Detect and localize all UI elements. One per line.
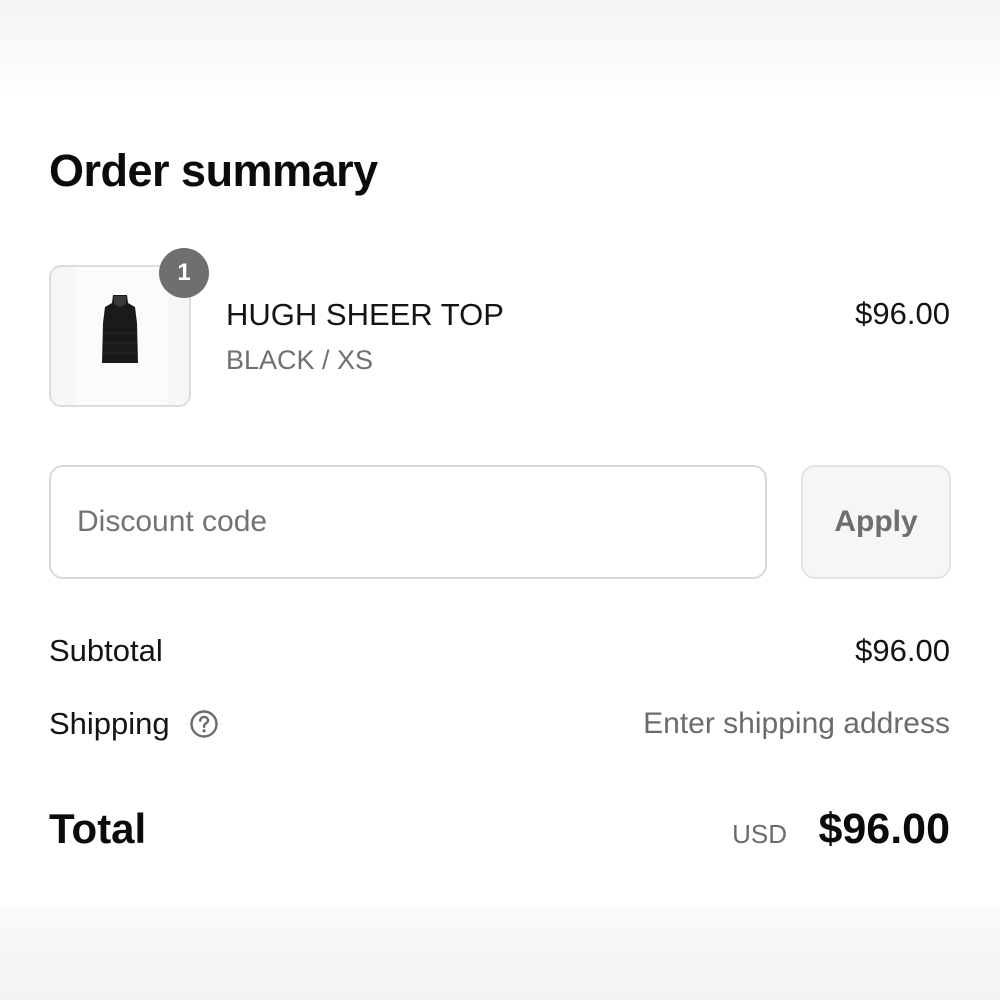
total-label: Total xyxy=(49,805,147,852)
total-currency: USD xyxy=(732,819,787,849)
subtotal-label: Subtotal xyxy=(49,633,163,668)
product-name: HUGH SHEER TOP xyxy=(226,297,504,332)
page-title: Order summary xyxy=(49,145,378,196)
product-price: $96.00 xyxy=(855,296,950,331)
help-circle-icon[interactable] xyxy=(189,709,219,739)
subtotal-value: $96.00 xyxy=(855,633,950,668)
apply-discount-button[interactable]: Apply xyxy=(801,465,951,579)
shipping-label: Shipping xyxy=(49,706,170,741)
sleeveless-top-icon xyxy=(102,295,138,363)
total-value: $96.00 xyxy=(818,805,950,853)
quantity-badge: 1 xyxy=(159,248,209,298)
product-variant: BLACK / XS xyxy=(226,345,374,375)
shipping-value: Enter shipping address xyxy=(643,707,950,740)
discount-code-input[interactable] xyxy=(49,465,767,579)
checkout-page: Order summary 1 HUGH SHEER TOP BLACK / X… xyxy=(0,0,1000,1000)
